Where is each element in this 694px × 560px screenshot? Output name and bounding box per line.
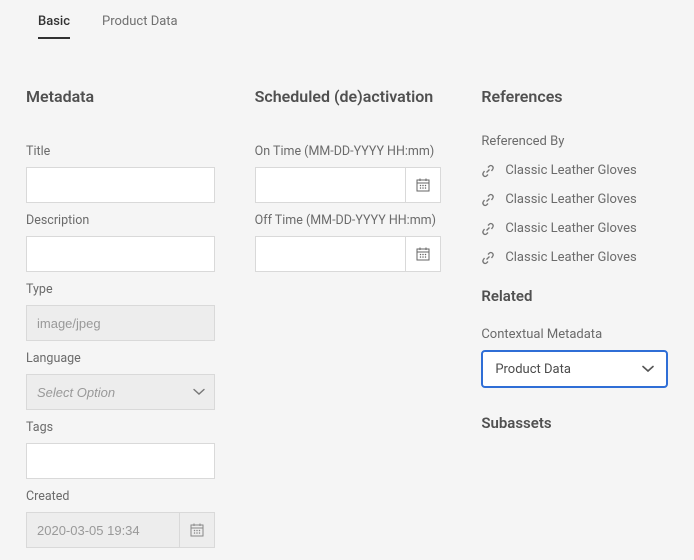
description-input[interactable] bbox=[26, 236, 215, 272]
created-label: Created bbox=[26, 489, 215, 504]
on-time-group bbox=[255, 167, 442, 203]
calendar-icon bbox=[189, 522, 205, 538]
off-time-group bbox=[255, 236, 442, 272]
reference-item-label: Classic Leather Gloves bbox=[505, 192, 636, 207]
tab-bar: Basic Product Data bbox=[0, 0, 694, 39]
contextual-metadata-select[interactable]: Product Data bbox=[481, 350, 668, 388]
title-label: Title bbox=[26, 144, 215, 159]
content-area: Metadata Title Description Type Language… bbox=[0, 39, 694, 548]
type-label: Type bbox=[26, 282, 215, 297]
references-column: References Referenced By Classic Leather… bbox=[481, 87, 668, 548]
reference-item-label: Classic Leather Gloves bbox=[505, 221, 636, 236]
language-select[interactable] bbox=[26, 374, 215, 410]
on-time-input[interactable] bbox=[255, 167, 406, 203]
tags-input[interactable] bbox=[26, 443, 215, 479]
chevron-down-icon bbox=[642, 365, 654, 373]
calendar-icon bbox=[415, 177, 431, 193]
reference-item-label: Classic Leather Gloves bbox=[505, 250, 636, 265]
on-time-date-button[interactable] bbox=[405, 167, 441, 203]
tab-basic-label: Basic bbox=[38, 14, 70, 29]
language-label: Language bbox=[26, 351, 215, 366]
type-input bbox=[26, 305, 215, 341]
language-select-input[interactable] bbox=[26, 374, 215, 410]
tab-basic[interactable]: Basic bbox=[38, 10, 70, 39]
tab-product-data-label: Product Data bbox=[102, 14, 178, 29]
referenced-by-label: Referenced By bbox=[481, 134, 668, 149]
references-heading: References bbox=[481, 87, 668, 106]
scheduled-heading: Scheduled (de)activation bbox=[255, 87, 442, 106]
reference-item[interactable]: Classic Leather Gloves bbox=[481, 221, 668, 236]
metadata-heading: Metadata bbox=[26, 87, 215, 106]
scheduled-column: Scheduled (de)activation On Time (MM-DD-… bbox=[255, 87, 442, 548]
on-time-label: On Time (MM-DD-YYYY HH:mm) bbox=[255, 144, 442, 159]
contextual-metadata-value: Product Data bbox=[495, 362, 571, 377]
off-time-label: Off Time (MM-DD-YYYY HH:mm) bbox=[255, 213, 442, 228]
created-input bbox=[26, 512, 179, 548]
reference-item[interactable]: Classic Leather Gloves bbox=[481, 250, 668, 265]
title-input[interactable] bbox=[26, 167, 215, 203]
subassets-heading: Subassets bbox=[481, 414, 668, 432]
related-heading: Related bbox=[481, 287, 668, 305]
link-icon bbox=[481, 193, 495, 207]
reference-item-label: Classic Leather Gloves bbox=[505, 163, 636, 178]
link-icon bbox=[481, 222, 495, 236]
off-time-input[interactable] bbox=[255, 236, 406, 272]
link-icon bbox=[481, 164, 495, 178]
link-icon bbox=[481, 251, 495, 265]
created-group bbox=[26, 512, 215, 548]
off-time-date-button[interactable] bbox=[405, 236, 441, 272]
metadata-column: Metadata Title Description Type Language… bbox=[26, 87, 215, 548]
description-label: Description bbox=[26, 213, 215, 228]
contextual-metadata-label: Contextual Metadata bbox=[481, 327, 668, 342]
tags-label: Tags bbox=[26, 420, 215, 435]
created-date-button bbox=[179, 512, 215, 548]
reference-item[interactable]: Classic Leather Gloves bbox=[481, 192, 668, 207]
reference-item[interactable]: Classic Leather Gloves bbox=[481, 163, 668, 178]
tab-product-data[interactable]: Product Data bbox=[102, 10, 178, 39]
calendar-icon bbox=[415, 246, 431, 262]
